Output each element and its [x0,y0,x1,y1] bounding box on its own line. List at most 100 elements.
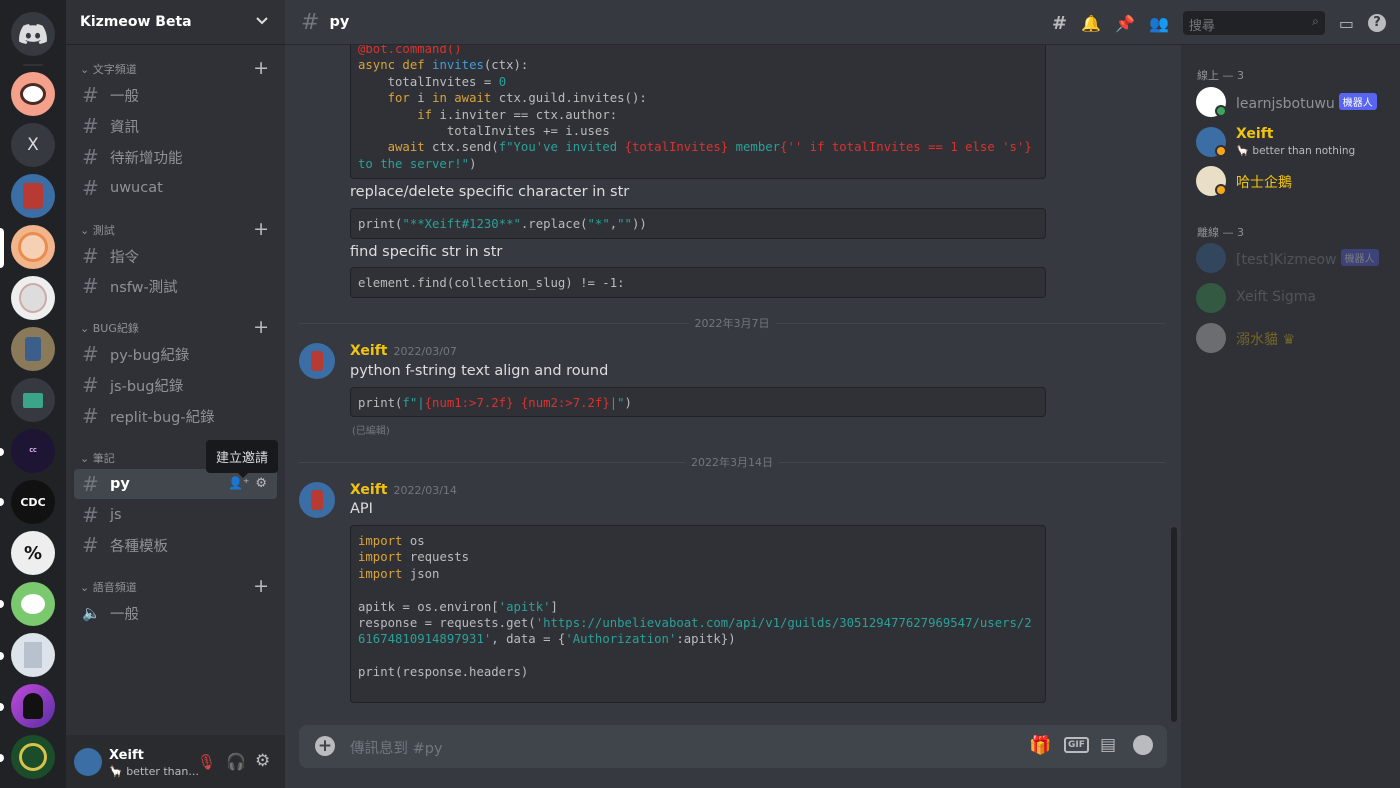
date-label: 2022年3月14日 [685,454,779,470]
channel-js-bug[interactable]: # js-bug紀錄 [74,370,277,400]
avatar[interactable] [299,482,335,518]
hash-icon: # [82,83,99,107]
threads-icon[interactable]: # [1052,13,1067,34]
server-cdc-icon[interactable]: CDC [11,480,55,524]
avatar [1196,323,1226,353]
add-channel-icon[interactable]: + [253,218,269,240]
pin-icon[interactable]: 📌 [1115,14,1135,33]
server-x-icon[interactable]: X [11,123,55,167]
member-item[interactable]: learnjsbotuwu 機器人 [1196,87,1396,129]
channel-uwucat[interactable]: # uwucat [74,173,277,203]
member-item[interactable]: 哈士企鵝 [1196,166,1396,208]
message-text: API [350,501,373,517]
server-bear-icon[interactable] [11,72,55,116]
avatar[interactable] [74,748,102,776]
server-green-icon[interactable] [11,735,55,779]
headphones-icon[interactable]: 🎧 [226,752,246,771]
category-test[interactable]: ⌄ 測試 + [66,218,285,240]
category-label: 測試 [92,224,115,237]
server-cat-icon[interactable] [11,582,55,626]
help-icon[interactable]: ? [1368,14,1386,32]
mute-icon[interactable]: 🎙 [197,753,216,771]
inbox-icon[interactable]: ▭ [1339,14,1354,33]
search-icon: ⌕ [1312,14,1319,28]
member-item[interactable]: 溺水貓 ♛ [1196,323,1396,365]
active-server-indicator [0,228,4,268]
channel-label: js-bug紀錄 [110,378,184,395]
sticker-icon[interactable]: ▤ [1100,735,1116,755]
category-text-channels[interactable]: ⌄ 文字頻道 + [66,57,285,79]
scrollbar[interactable] [1171,527,1177,722]
server-anime2-icon[interactable] [11,276,55,320]
channel-templates[interactable]: # 各種模板 [74,530,277,560]
date-divider: 2022年3月7日 [299,315,1165,331]
member-item[interactable]: [test]Kizmeow 機器人 [1196,243,1396,285]
avatar [1196,283,1226,313]
channel-info[interactable]: # 資訊 [74,111,277,141]
add-channel-icon[interactable]: + [253,57,269,79]
offline-header: 離線 — 3 [1197,226,1244,239]
hash-icon: # [82,404,99,428]
category-bug-log[interactable]: ⌄ BUG紀錄 + [66,316,285,338]
add-channel-icon[interactable]: + [253,316,269,338]
member-name: Xeift Sigma [1236,289,1316,305]
author-name: Xeift [350,343,388,359]
member-name: 溺水貓 [1236,332,1278,348]
add-attachment-icon[interactable]: + [315,736,335,756]
voice-channel-general[interactable]: 🔈 一般 [74,598,277,628]
channel-label: 指令 [110,249,139,266]
emoji-icon[interactable] [1133,735,1153,755]
guild-header[interactable]: Kizmeow Beta [66,0,285,45]
unread-indicator [0,498,4,506]
bell-icon[interactable]: 🔔 [1081,14,1101,33]
hash-icon: # [82,503,99,527]
member-item[interactable]: Xeift 🦙 better than nothing [1196,126,1396,169]
timestamp: 2022/03/14 [393,484,457,497]
server-building-icon[interactable] [11,633,55,677]
gift-icon[interactable]: 🎁 [1029,735,1051,756]
server-cocaine-cat-icon[interactable]: CC [11,429,55,473]
message-author[interactable]: Xeift 2022/03/07 [350,343,457,359]
channel-commands[interactable]: # 指令 [74,241,277,271]
message-composer[interactable]: + 傳訊息到 #py 🎁 GIF ▤ [299,725,1167,768]
folder-icon[interactable] [11,378,55,422]
tooltip: 建立邀請 [206,440,279,478]
code-line: if i.inviter == ctx.author: [417,107,618,122]
channel-js[interactable]: # js [74,500,277,530]
channel-py-bug[interactable]: # py-bug紀錄 [74,339,277,369]
avatar[interactable] [299,343,335,379]
member-list: 線上 — 3 learnjsbotuwu 機器人 Xeift 🦙 better t… [1181,45,1400,788]
user-name: Xeift [109,748,144,763]
category-label: BUG紀錄 [92,322,139,335]
channel-sidebar: Kizmeow Beta ⌄ 文字頻道 + # 一般 # 資訊 # 待新增功能 # uwu… [66,0,285,788]
member-list-icon[interactable]: 👥 [1149,14,1169,33]
channel-replit-bug[interactable]: # replit-bug-紀錄 [74,401,277,431]
search-input[interactable]: 搜尋 ⌕ [1182,11,1325,35]
server-anime-icon[interactable] [11,225,55,269]
member-name: Xeift [1236,126,1274,142]
bot-badge: 機器人 [1340,249,1379,266]
server-silhouette-icon[interactable] [11,684,55,728]
discord-home-icon[interactable] [11,12,55,56]
channel-general[interactable]: # 一般 [74,80,277,110]
gif-icon[interactable]: GIF [1064,737,1089,753]
channel-label: 一般 [110,88,139,105]
add-channel-icon[interactable]: + [253,575,269,597]
server-ok-icon[interactable]: % [11,531,55,575]
date-label: 2022年3月7日 [688,315,776,331]
server-avatar-icon[interactable] [11,174,55,218]
unread-indicator [0,448,4,456]
member-item[interactable]: Xeift Sigma [1196,283,1396,325]
category-voice[interactable]: ⌄ 語音頻道 + [66,575,285,597]
message-author[interactable]: Xeift 2022/03/14 [350,482,457,498]
channel-nsfw-test[interactable]: # nsfw-測試 [74,271,277,301]
channel-label: 待新增功能 [110,150,183,167]
server-photo-icon[interactable] [11,327,55,371]
code-line: totalInvites += i.uses [358,124,610,139]
create-invite-icon[interactable]: 👤⁺ [228,476,249,491]
settings-gear-icon[interactable]: ⚙ [255,751,270,771]
gear-icon[interactable]: ⚙ [255,476,267,491]
message-text: python f-string text align and round [350,363,609,379]
channel-pending-features[interactable]: # 待新增功能 [74,142,277,172]
channel-label: 各種模板 [110,538,168,555]
